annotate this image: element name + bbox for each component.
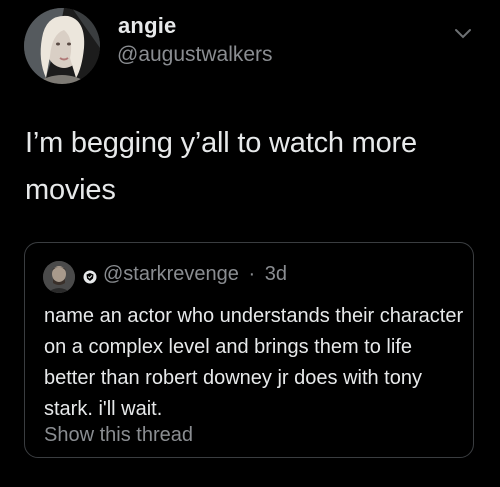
- quoted-author-handle[interactable]: @starkrevenge: [103, 263, 239, 285]
- author-handle[interactable]: @augustwalkers: [117, 43, 273, 67]
- tweet-text: I’m begging y’all to watch more movies: [25, 127, 417, 206]
- chevron-down-icon[interactable]: [454, 28, 472, 40]
- show-thread-link[interactable]: Show this thread: [44, 424, 193, 447]
- quoted-author-handle-line[interactable]: @starkrevenge · 3d: [103, 263, 287, 286]
- author-avatar[interactable]: [24, 8, 100, 84]
- tweet: angie @augustwalkers I’m begging y’all t…: [0, 0, 500, 487]
- separator-dot: ·: [248, 263, 256, 285]
- quoted-tweet-card[interactable]: @starkrevenge · 3d name an actor who und…: [24, 242, 474, 458]
- quoted-author-avatar[interactable]: [43, 261, 75, 293]
- shield-icon: [83, 270, 97, 284]
- quoted-tweet-text: name an actor who understands their char…: [44, 305, 464, 420]
- author-display-name[interactable]: angie: [118, 13, 176, 39]
- quoted-tweet-time[interactable]: 3d: [265, 263, 287, 285]
